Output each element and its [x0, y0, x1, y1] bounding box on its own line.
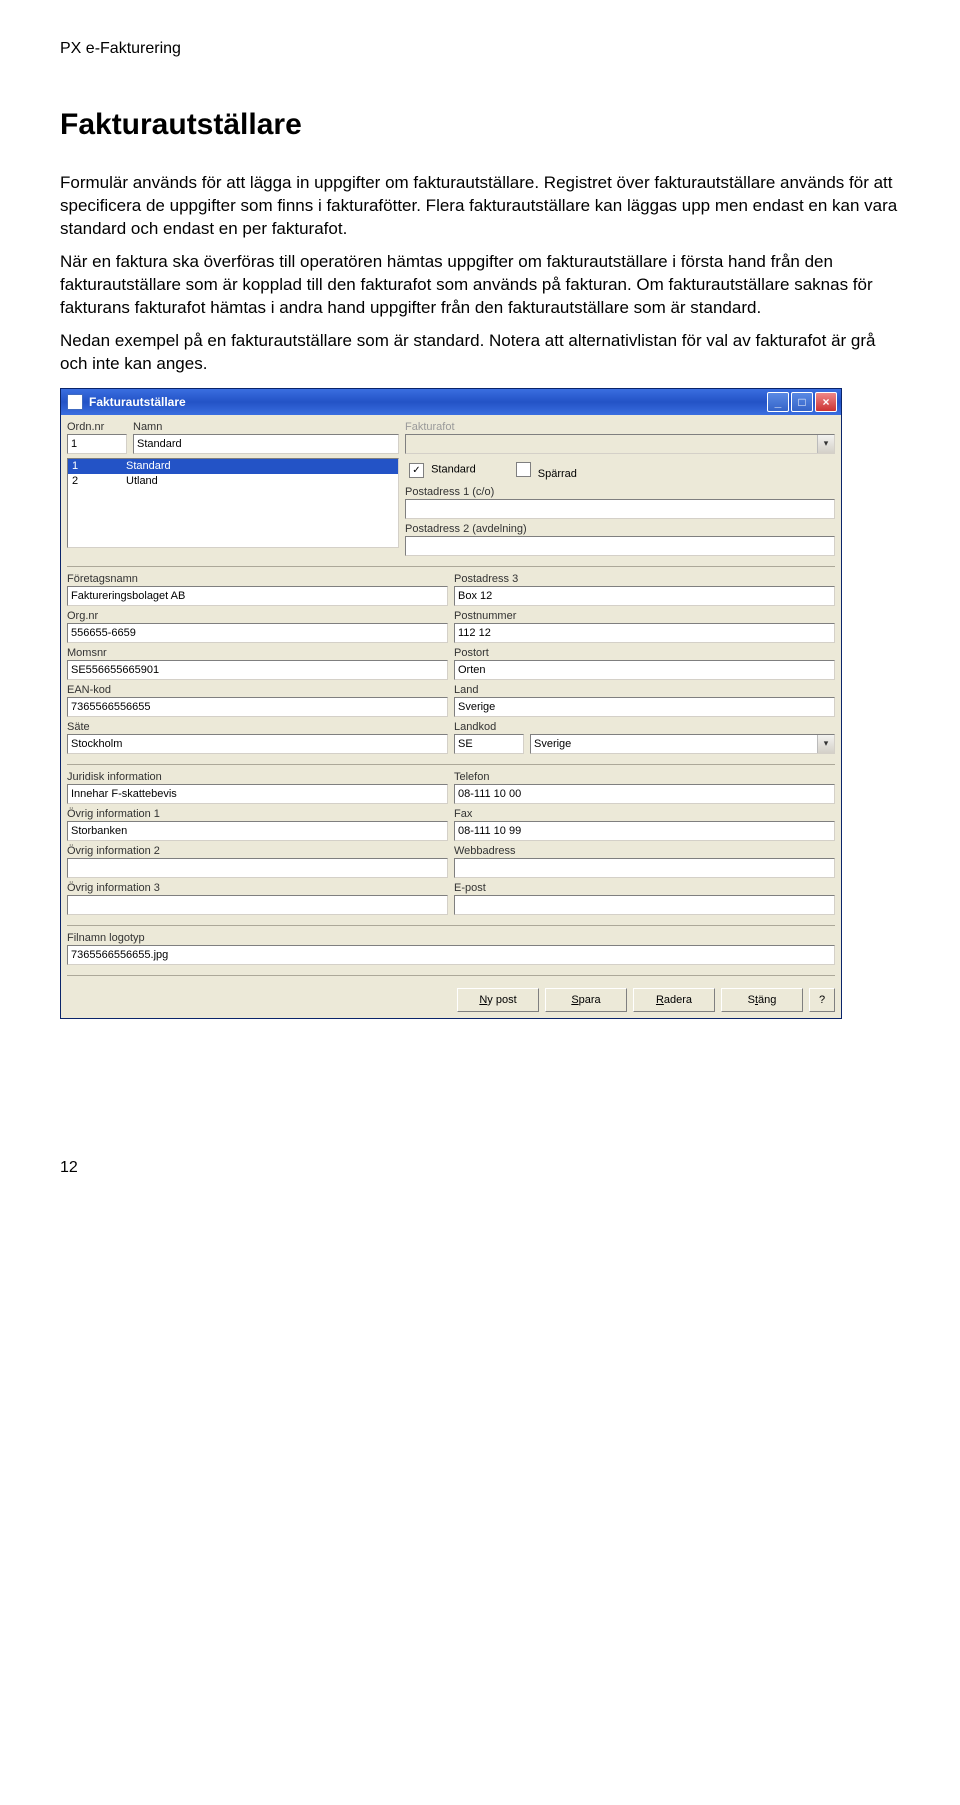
- foretag-label: Företagsnamn: [67, 573, 448, 585]
- page-title: Fakturautställare: [60, 108, 900, 142]
- ean-label: EAN-kod: [67, 684, 448, 696]
- momsnr-label: Momsnr: [67, 647, 448, 659]
- epost-input[interactable]: [454, 895, 835, 915]
- standard-checkbox[interactable]: ✓ Standard: [409, 463, 476, 478]
- postadress1-input[interactable]: [405, 499, 835, 519]
- ordn-nr-label: Ordn.nr: [67, 421, 127, 433]
- landkod-label: Landkod: [454, 721, 835, 733]
- postadress3-label: Postadress 3: [454, 573, 835, 585]
- titlebar[interactable]: Fakturautställare _ □ ×: [61, 389, 841, 415]
- list-item-ordn: 1: [68, 460, 122, 472]
- orgnr-label: Org.nr: [67, 610, 448, 622]
- sate-input[interactable]: [67, 734, 448, 754]
- fax-label: Fax: [454, 808, 835, 820]
- fakturafot-select: [405, 434, 835, 454]
- dialog-window: Fakturautställare _ □ × Ordn.nr Namn: [60, 388, 842, 1019]
- chevron-down-icon: ▾: [817, 435, 834, 453]
- postnr-label: Postnummer: [454, 610, 835, 622]
- filnamn-input[interactable]: [67, 945, 835, 965]
- maximize-button[interactable]: □: [791, 392, 813, 412]
- list-item-ordn: 2: [68, 475, 122, 487]
- list-item-namn: Standard: [122, 460, 398, 472]
- foretag-input[interactable]: [67, 586, 448, 606]
- ovrig3-input[interactable]: [67, 895, 448, 915]
- item-list[interactable]: 1 Standard 2 Utland: [67, 458, 399, 548]
- webb-label: Webbadress: [454, 845, 835, 857]
- standard-checkbox-label: Standard: [431, 464, 476, 476]
- postnr-input[interactable]: [454, 623, 835, 643]
- juridisk-input[interactable]: [67, 784, 448, 804]
- filnamn-label: Filnamn logotyp: [67, 932, 835, 944]
- postort-input[interactable]: [454, 660, 835, 680]
- ovrig2-label: Övrig information 2: [67, 845, 448, 857]
- ordn-nr-input[interactable]: [67, 434, 127, 454]
- namn-input[interactable]: [133, 434, 399, 454]
- ean-input[interactable]: [67, 697, 448, 717]
- land-input[interactable]: [454, 697, 835, 717]
- window-title: Fakturautställare: [89, 395, 767, 409]
- list-item-namn: Utland: [122, 475, 398, 487]
- paragraph-2: När en faktura ska överföras till operat…: [60, 251, 900, 320]
- telefon-input[interactable]: [454, 784, 835, 804]
- radera-button[interactable]: Radera: [633, 988, 715, 1012]
- postadress1-label: Postadress 1 (c/o): [405, 486, 835, 498]
- postadress2-label: Postadress 2 (avdelning): [405, 523, 835, 535]
- telefon-label: Telefon: [454, 771, 835, 783]
- paragraph-1: Formulär används för att lägga in uppgif…: [60, 172, 900, 241]
- epost-label: E-post: [454, 882, 835, 894]
- ovrig1-label: Övrig information 1: [67, 808, 448, 820]
- webb-input[interactable]: [454, 858, 835, 878]
- namn-label: Namn: [133, 421, 399, 433]
- postadress2-input[interactable]: [405, 536, 835, 556]
- landkod-name-select[interactable]: [530, 734, 835, 754]
- fakturafot-label: Fakturafot: [405, 421, 835, 433]
- landkod-code-input[interactable]: [454, 734, 524, 754]
- ovrig1-input[interactable]: [67, 821, 448, 841]
- postadress3-input[interactable]: [454, 586, 835, 606]
- juridisk-label: Juridisk information: [67, 771, 448, 783]
- window-icon: [67, 394, 83, 410]
- sparrad-checkbox[interactable]: Spärrad: [516, 462, 577, 480]
- close-button[interactable]: ×: [815, 392, 837, 412]
- ny-post-button[interactable]: Ny post: [457, 988, 539, 1012]
- paragraph-3: Nedan exempel på en fakturautställare so…: [60, 330, 900, 376]
- stang-button[interactable]: Stäng: [721, 988, 803, 1012]
- sate-label: Säte: [67, 721, 448, 733]
- list-item[interactable]: 2 Utland: [68, 474, 398, 489]
- spara-button[interactable]: Spara: [545, 988, 627, 1012]
- checkbox-icon: ✓: [409, 463, 424, 478]
- minimize-button[interactable]: _: [767, 392, 789, 412]
- fax-input[interactable]: [454, 821, 835, 841]
- ovrig2-input[interactable]: [67, 858, 448, 878]
- help-button[interactable]: ?: [809, 988, 835, 1012]
- orgnr-input[interactable]: [67, 623, 448, 643]
- momsnr-input[interactable]: [67, 660, 448, 680]
- postort-label: Postort: [454, 647, 835, 659]
- page-number: 12: [60, 1159, 900, 1177]
- doc-header: PX e-Fakturering: [60, 40, 900, 58]
- ovrig3-label: Övrig information 3: [67, 882, 448, 894]
- sparrad-checkbox-label: Spärrad: [538, 468, 577, 480]
- list-item[interactable]: 1 Standard: [68, 459, 398, 474]
- land-label: Land: [454, 684, 835, 696]
- chevron-down-icon[interactable]: ▾: [817, 735, 834, 753]
- checkbox-icon: [516, 462, 531, 477]
